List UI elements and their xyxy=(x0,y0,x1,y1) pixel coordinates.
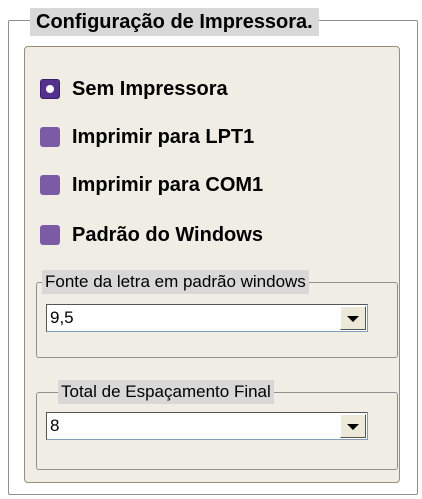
frame-title: Configuração de Impressora. xyxy=(30,8,319,36)
font-size-combo[interactable]: 9,5 xyxy=(46,304,368,332)
radio-unchecked-icon[interactable] xyxy=(40,175,60,195)
font-size-legend: Fonte da letra em padrão windows xyxy=(42,270,309,294)
radio-checked-icon[interactable] xyxy=(40,79,60,99)
radio-label: Imprimir para LPT1 xyxy=(72,125,255,148)
dropdown-button[interactable] xyxy=(340,414,366,438)
chevron-down-icon xyxy=(347,424,359,430)
spacing-combo[interactable]: 8 xyxy=(46,412,368,440)
chevron-down-icon xyxy=(347,316,359,322)
dropdown-button[interactable] xyxy=(340,306,366,330)
radio-label: Padrão do Windows xyxy=(72,223,263,246)
radio-unchecked-icon[interactable] xyxy=(40,225,60,245)
radio-lpt1[interactable]: Imprimir para LPT1 xyxy=(40,122,254,152)
radio-label: Sem Impressora xyxy=(72,77,228,100)
radio-com1[interactable]: Imprimir para COM1 xyxy=(40,170,263,200)
radio-label: Imprimir para COM1 xyxy=(72,173,264,196)
spacing-legend: Total de Espaçamento Final xyxy=(58,380,274,404)
radio-no-printer[interactable]: Sem Impressora xyxy=(40,74,228,104)
font-size-value: 9,5 xyxy=(50,308,74,327)
radio-unchecked-icon[interactable] xyxy=(40,127,60,147)
spacing-value: 8 xyxy=(50,416,60,435)
radio-windows-default[interactable]: Padrão do Windows xyxy=(40,220,263,250)
